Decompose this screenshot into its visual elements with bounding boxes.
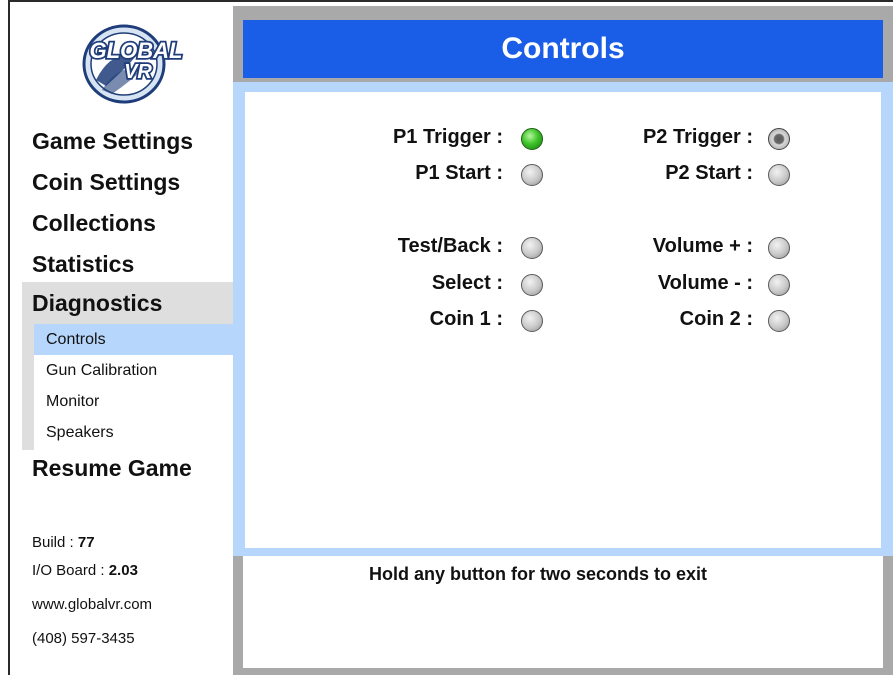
volume-up-label: Volume + : bbox=[652, 235, 753, 257]
menu-collections[interactable]: Collections bbox=[32, 210, 156, 237]
menu-resume-game[interactable]: Resume Game bbox=[32, 455, 192, 482]
svg-text:GLOBAL: GLOBAL bbox=[90, 38, 183, 63]
p1-start-indicator-icon bbox=[521, 164, 543, 186]
test-back-label: Test/Back : bbox=[397, 235, 503, 257]
io-board-info: I/O Board : 2.03 bbox=[32, 562, 138, 579]
exit-instruction: Hold any button for two seconds to exit bbox=[368, 564, 707, 584]
p2-start-label: P2 Start : bbox=[665, 162, 753, 184]
test-back-indicator-icon bbox=[521, 237, 543, 259]
select-indicator-icon bbox=[521, 274, 543, 296]
diagnostics-group: Diagnostics Controls Gun Calibration Mon… bbox=[22, 282, 233, 450]
build-info: Build : 77 bbox=[32, 534, 95, 551]
menu-diagnostics[interactable]: Diagnostics bbox=[32, 290, 162, 317]
volume-up-indicator-icon bbox=[768, 237, 790, 259]
svg-text:VR: VR bbox=[124, 61, 152, 83]
io-board-label: I/O Board : bbox=[32, 562, 105, 579]
p1-trigger-indicator-icon bbox=[521, 128, 543, 150]
phone-text: (408) 597-3435 bbox=[32, 630, 135, 647]
submenu-speakers[interactable]: Speakers bbox=[34, 417, 233, 448]
io-board-value: 2.03 bbox=[108, 562, 138, 579]
page-title: Controls bbox=[243, 20, 883, 78]
controls-panel: P1 Trigger : P1 Start : Test/Back : Sele… bbox=[233, 82, 893, 556]
coin2-indicator-icon bbox=[768, 310, 790, 332]
coin2-label: Coin 2 : bbox=[679, 308, 753, 330]
build-value: 77 bbox=[77, 534, 95, 551]
p2-trigger-label: P2 Trigger : bbox=[642, 126, 753, 148]
menu-statistics[interactable]: Statistics bbox=[32, 251, 134, 278]
coin1-indicator-icon bbox=[521, 310, 543, 332]
build-label: Build : bbox=[32, 534, 74, 551]
submenu-gun-calibration[interactable]: Gun Calibration bbox=[34, 355, 233, 386]
volume-down-label: Volume - : bbox=[657, 272, 753, 294]
controls-area: P1 Trigger : P1 Start : Test/Back : Sele… bbox=[245, 92, 881, 548]
p2-trigger-indicator-icon bbox=[768, 128, 790, 150]
p1-trigger-label: P1 Trigger : bbox=[392, 126, 503, 148]
volume-down-indicator-icon bbox=[768, 274, 790, 296]
menu-game-settings[interactable]: Game Settings bbox=[32, 128, 193, 155]
p1-start-label: P1 Start : bbox=[415, 162, 503, 184]
footer: Hold any button for two seconds to exit bbox=[243, 556, 883, 668]
p2-start-indicator-icon bbox=[768, 164, 790, 186]
global-vr-logo: GLOBAL VR bbox=[82, 24, 184, 104]
website-text: www.globalvr.com bbox=[32, 596, 153, 613]
submenu-monitor[interactable]: Monitor bbox=[34, 386, 233, 417]
menu-coin-settings[interactable]: Coin Settings bbox=[32, 169, 180, 196]
submenu-controls[interactable]: Controls bbox=[34, 324, 233, 355]
select-label: Select : bbox=[431, 272, 503, 294]
coin1-label: Coin 1 : bbox=[429, 308, 503, 330]
diagnostics-submenu: Controls Gun Calibration Monitor Speaker… bbox=[34, 324, 233, 450]
